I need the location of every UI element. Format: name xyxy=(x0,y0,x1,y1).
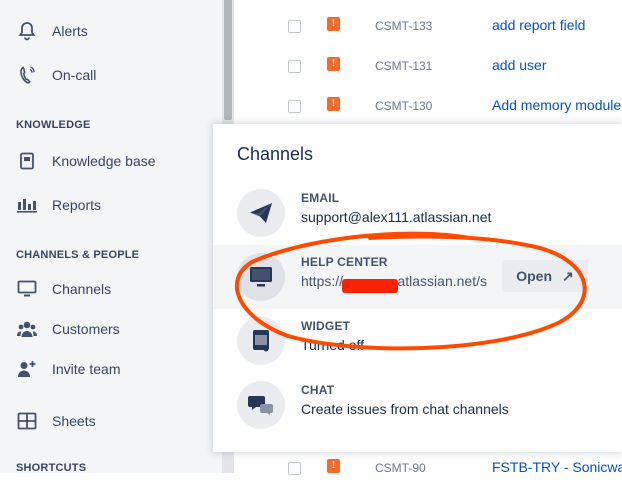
book-icon xyxy=(16,150,38,172)
channels-popup: Channels EMAIL support@alex111.atlassian… xyxy=(213,124,622,452)
row-checkbox[interactable] xyxy=(288,100,301,113)
row-checkbox[interactable] xyxy=(288,60,301,73)
sidebar-item-invite-team[interactable]: Invite team xyxy=(16,354,120,384)
sidebar-item-reports[interactable]: Reports xyxy=(16,190,101,220)
sidebar-item-label: Invite team xyxy=(52,361,121,377)
channel-label: WIDGET xyxy=(301,319,351,333)
popup-title: Channels xyxy=(237,144,314,164)
sidebar-item-label: Alerts xyxy=(52,23,88,39)
sidebar-item-sheets[interactable]: Sheets xyxy=(16,406,96,436)
issue-key[interactable]: CSMT-131 xyxy=(375,59,432,73)
issue-summary[interactable]: add report field xyxy=(492,17,585,33)
row-checkbox[interactable] xyxy=(288,20,301,33)
sidebar-item-knowledge-base[interactable]: Knowledge base xyxy=(16,146,156,176)
channel-label: HELP CENTER xyxy=(301,255,388,269)
sidebar: Alerts On-call KNOWLEDGE Knowledge base … xyxy=(0,0,222,474)
sidebar-item-label: Sheets xyxy=(52,413,96,429)
sidebar-item-channels[interactable]: Channels xyxy=(16,274,111,304)
issue-key[interactable]: CSMT-133 xyxy=(375,19,432,33)
priority-high-icon: ! xyxy=(327,17,340,31)
sidebar-item-label: Reports xyxy=(52,197,102,213)
channel-value: Create issues from chat channels xyxy=(301,401,509,417)
sidebar-item-customers[interactable]: Customers xyxy=(16,314,120,344)
scrollbar-thumb[interactable] xyxy=(224,0,232,120)
channel-email[interactable]: EMAIL support@alex111.atlassian.net xyxy=(213,181,622,245)
channel-chat[interactable]: CHAT Create issues from chat channels xyxy=(213,373,622,437)
sidebar-item-label: Knowledge base xyxy=(52,153,156,169)
channel-value: support@alex111.atlassian.net xyxy=(301,209,492,225)
table-row[interactable]: ! CSMT-131 add user xyxy=(234,47,622,87)
widget-icon xyxy=(237,317,285,365)
priority-high-icon: ! xyxy=(327,97,340,111)
bell-icon xyxy=(16,20,38,42)
monitor-icon xyxy=(237,253,285,301)
open-button-label: Open xyxy=(516,268,553,284)
table-row[interactable]: ! CSMT-90 FSTB-TRY - Sonicwall xyxy=(234,449,622,489)
sidebar-item-oncall[interactable]: On-call xyxy=(16,60,96,90)
monitor-icon xyxy=(16,278,38,300)
paper-plane-icon xyxy=(237,189,285,237)
issue-key[interactable]: CSMT-130 xyxy=(375,99,432,113)
sidebar-item-label: Channels xyxy=(52,281,112,297)
channel-label: CHAT xyxy=(301,383,335,397)
shortcuts-section-heading: SHORTCUTS xyxy=(16,462,87,474)
table-row[interactable]: ! CSMT-133 add report field xyxy=(234,7,622,47)
channel-value: Turned off xyxy=(301,337,365,353)
phone-icon xyxy=(16,64,38,86)
grid-icon xyxy=(16,410,38,432)
channel-help-center[interactable]: HELP CENTER https:// atlassian.net/se Op… xyxy=(213,245,622,309)
channel-label: EMAIL xyxy=(301,191,340,205)
sidebar-item-label: Customers xyxy=(52,321,120,337)
priority-high-icon: ! xyxy=(327,57,340,71)
sidebar-item-alerts[interactable]: Alerts xyxy=(16,16,88,46)
add-person-icon xyxy=(16,358,38,380)
sidebar-item-label: On-call xyxy=(52,67,97,83)
open-button[interactable]: Open ↗ xyxy=(502,260,588,292)
channel-widget[interactable]: WIDGET Turned off xyxy=(213,309,622,373)
priority-high-icon: ! xyxy=(327,459,340,473)
bar-chart-icon xyxy=(16,194,38,216)
chat-bubbles-icon xyxy=(237,381,285,429)
knowledge-section-heading: KNOWLEDGE xyxy=(16,119,91,131)
issue-summary[interactable]: Add memory module xyxy=(492,97,621,113)
issue-summary[interactable]: add user xyxy=(492,57,546,73)
external-link-icon: ↗ xyxy=(562,267,574,284)
people-icon xyxy=(16,318,38,340)
redaction-mark xyxy=(342,279,398,293)
channels-people-section-heading: CHANNELS & PEOPLE xyxy=(16,249,140,261)
row-checkbox[interactable] xyxy=(288,462,301,475)
table-row[interactable]: ! CSMT-130 Add memory module xyxy=(234,87,622,127)
